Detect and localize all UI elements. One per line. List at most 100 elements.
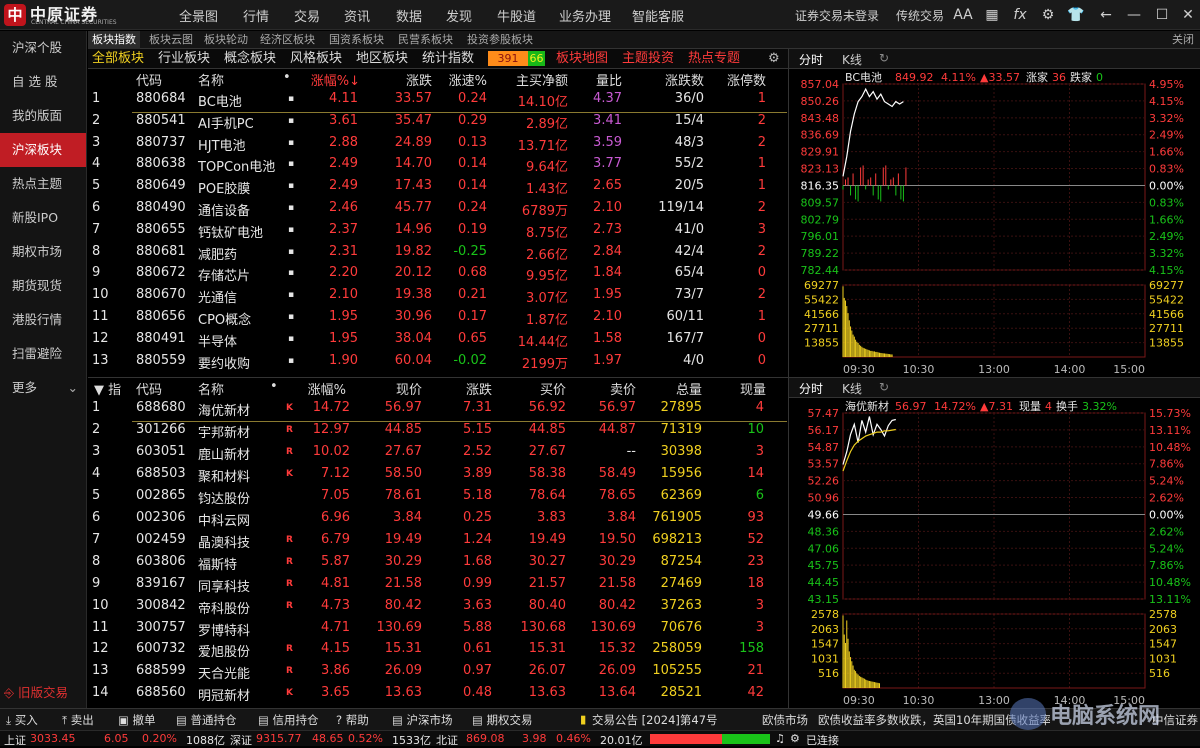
sector-name[interactable]: 钙钛矿电池 (198, 222, 282, 241)
stock-name[interactable]: 福斯特 (198, 554, 268, 573)
stock-name[interactable]: 罗博特科 (198, 620, 268, 639)
tab-intraday[interactable]: 分时 (799, 51, 823, 68)
tab-sector-index[interactable]: 板块指数 (88, 31, 140, 49)
sector-name[interactable]: 半导体 (198, 331, 282, 350)
stock-code[interactable]: 688503 (136, 466, 186, 481)
hdr-dot[interactable]: • (283, 70, 293, 85)
tab-style[interactable]: 风格板块 (290, 50, 342, 68)
sector-name[interactable]: BC电池 (198, 91, 282, 110)
stock-code[interactable]: 603051 (136, 444, 186, 459)
sector-code[interactable]: 880490 (136, 200, 186, 215)
stock-name[interactable]: 聚和材料 (198, 466, 268, 485)
minimize-icon[interactable]: — (1124, 5, 1144, 25)
sector-name[interactable]: AI手机PC (198, 113, 282, 132)
stock-code[interactable]: 002865 (136, 488, 186, 503)
hdr-change-pct-2[interactable]: 涨幅% (296, 379, 346, 398)
refresh-icon-2[interactable]: ↻ (879, 380, 889, 394)
nav-discover[interactable]: 发现 (446, 6, 472, 25)
hdr-index[interactable]: ▼ 指 (94, 379, 124, 398)
sector-name[interactable]: TOPCon电池 (198, 156, 282, 175)
stock-name[interactable]: 海优新材 (198, 400, 268, 419)
trade-mode[interactable]: 传统交易 (896, 7, 944, 24)
sector-code[interactable]: 880638 (136, 156, 186, 171)
sector-name[interactable]: 光通信 (198, 287, 282, 306)
sector-code[interactable]: 880491 (136, 331, 186, 346)
stock-name[interactable]: 中科云网 (198, 510, 268, 529)
nav-data[interactable]: 数据 (396, 6, 422, 25)
sound-icon[interactable]: ♫ (775, 732, 785, 745)
nav-business[interactable]: 业务办理 (559, 6, 611, 25)
sidebar-item-hk[interactable]: 港股行情 (0, 303, 86, 337)
stock-code[interactable]: 688680 (136, 400, 186, 415)
sector-code[interactable]: 880737 (136, 135, 186, 150)
tab-hot-topics[interactable]: 热点专题 (688, 50, 740, 68)
sector-name[interactable]: HJT电池 (198, 135, 282, 154)
sector-code[interactable]: 880541 (136, 113, 186, 128)
hdr-up-down[interactable]: 涨跌数 (632, 70, 704, 89)
tab-industry[interactable]: 行业板块 (158, 50, 210, 68)
hdr-change-2[interactable]: 涨跌 (440, 379, 492, 398)
sidebar-item-watchlist[interactable]: 自 选 股 (0, 65, 86, 99)
sidebar-item-my-layout[interactable]: 我的版面 (0, 99, 86, 133)
nav-panorama[interactable]: 全景图 (179, 6, 218, 25)
hdr-price[interactable]: 现价 (370, 379, 422, 398)
sector-code[interactable]: 880670 (136, 287, 186, 302)
sector-code[interactable]: 880672 (136, 265, 186, 280)
hdr-ask[interactable]: 卖价 (576, 379, 636, 398)
sector-code[interactable]: 880681 (136, 244, 186, 259)
grid-icon[interactable]: ▦ (982, 5, 1002, 25)
stock-name[interactable]: 爱旭股份 (198, 641, 268, 660)
sidebar-item-hot-topics[interactable]: 热点主题 (0, 167, 86, 201)
gear-icon[interactable]: ⚙ (1038, 5, 1058, 25)
nav-trade[interactable]: 交易 (294, 6, 320, 25)
cancel-order-button[interactable]: ▣ 撤单 (118, 712, 156, 728)
buy-button[interactable]: ⤓ 买入 (6, 712, 38, 728)
stock-name[interactable]: 宇邦新材 (198, 422, 268, 441)
formula-icon[interactable]: fx (1010, 5, 1030, 25)
sector-code[interactable]: 880559 (136, 353, 186, 368)
tab-sector-map[interactable]: 板块地图 (556, 50, 608, 68)
stock-code[interactable]: 300757 (136, 620, 186, 635)
sector-name[interactable]: CPO概念 (198, 309, 282, 328)
positions-button[interactable]: ▤ 普通持仓 (176, 712, 237, 728)
tab-intraday-2[interactable]: 分时 (799, 380, 823, 397)
stock-code[interactable]: 603806 (136, 554, 186, 569)
tab-all-sectors[interactable]: 全部板块 (92, 50, 144, 68)
hdr-volume[interactable]: 总量 (640, 379, 702, 398)
tab-state-owned[interactable]: 国资系板块 (325, 31, 388, 49)
back-icon[interactable]: ← (1096, 5, 1116, 25)
nav-news[interactable]: 资讯 (344, 6, 370, 25)
stock-name[interactable]: 明冠新材 (198, 685, 268, 704)
hdr-code-2[interactable]: 代码 (136, 379, 176, 398)
stock-code[interactable]: 300842 (136, 598, 186, 613)
hdr-limit-up[interactable]: 涨停数 (716, 70, 766, 89)
sell-button[interactable]: ⤒ 卖出 (62, 712, 94, 728)
tab-region[interactable]: 地区板块 (356, 50, 408, 68)
maximize-icon[interactable]: ☐ (1152, 5, 1172, 25)
sidebar-item-risk[interactable]: 扫雷避险 (0, 337, 86, 371)
hdr-vol-ratio[interactable]: 量比 (576, 70, 622, 89)
nav-service[interactable]: 智能客服 (632, 6, 684, 25)
tab-theme-invest[interactable]: 主题投资 (622, 50, 674, 68)
hdr-change[interactable]: 涨跌 (374, 70, 432, 89)
sector-code[interactable]: 880656 (136, 309, 186, 324)
sidebar-item-more[interactable]: 更多 ⌄ (0, 371, 86, 405)
tab-economic-zone[interactable]: 经济区板块 (256, 31, 319, 49)
stock-code[interactable]: 301266 (136, 422, 186, 437)
stock-name[interactable]: 帝科股份 (198, 598, 268, 617)
sector-name[interactable]: 减肥药 (198, 244, 282, 263)
tab-investment[interactable]: 投资参股板块 (463, 31, 537, 49)
stock-code[interactable]: 688560 (136, 685, 186, 700)
sector-name[interactable]: 要约收购 (198, 353, 282, 372)
sidebar-item-options[interactable]: 期权市场 (0, 235, 86, 269)
tab-private[interactable]: 民营系板块 (394, 31, 457, 49)
close-panel-button[interactable]: 关闭 (1168, 31, 1198, 49)
stock-code[interactable]: 600732 (136, 641, 186, 656)
trade-notice[interactable]: 交易公告 [2024]第47号 (592, 712, 718, 728)
tab-concept[interactable]: 概念板块 (224, 50, 276, 68)
stock-code[interactable]: 002306 (136, 510, 186, 525)
options-trade-button[interactable]: ▤ 期权交易 (472, 712, 533, 728)
stock-code[interactable]: 688599 (136, 663, 186, 678)
stock-code[interactable]: 002459 (136, 532, 186, 547)
tab-kline-2[interactable]: K线 (842, 380, 862, 397)
